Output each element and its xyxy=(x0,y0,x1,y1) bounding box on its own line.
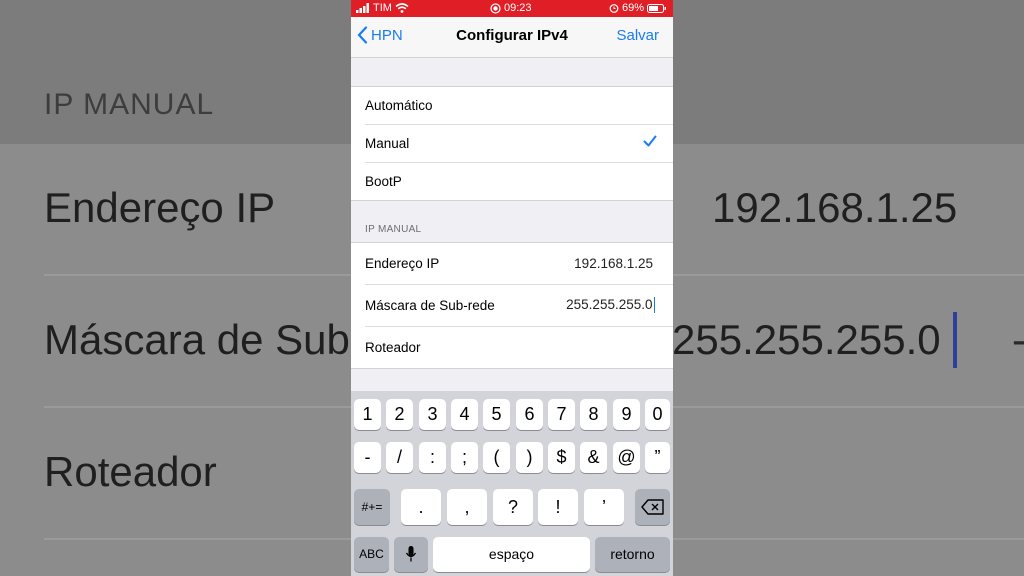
option-automatic[interactable]: Automático xyxy=(365,87,673,125)
key-1[interactable]: 1 xyxy=(354,399,381,430)
numeric-keyboard: 1 2 3 4 5 6 7 8 9 0 - / : ; ( ) $ & @ ” … xyxy=(351,391,673,576)
key-semicolon[interactable]: ; xyxy=(451,442,478,473)
phone-screen: TIM 09:23 69% HPN Configurar IPv4 Salvar… xyxy=(351,0,673,576)
key-4[interactable]: 4 xyxy=(451,399,478,430)
key-ampersand[interactable]: & xyxy=(580,442,607,473)
symbols-key[interactable]: #+= xyxy=(354,489,390,525)
key-at[interactable]: @ xyxy=(613,442,640,473)
wifi-icon xyxy=(395,3,409,16)
backspace-key[interactable] xyxy=(635,489,670,525)
subnet-mask-value: 255.255.255.0 xyxy=(566,297,653,312)
key-dollar[interactable]: $ xyxy=(548,442,575,473)
status-bar: TIM 09:23 69% xyxy=(351,0,673,17)
carrier-name: TIM xyxy=(373,2,392,14)
option-label: Automático xyxy=(365,98,433,113)
key-3[interactable]: 3 xyxy=(419,399,446,430)
key-exclamation[interactable]: ! xyxy=(538,489,578,525)
key-period[interactable]: . xyxy=(401,489,441,525)
bg-ip-value: 192.168.1.25 xyxy=(712,184,958,231)
bg-router-label: Roteador xyxy=(44,448,217,495)
subnet-mask-label: Máscara de Sub-rede xyxy=(365,298,495,313)
key-0[interactable]: 0 xyxy=(645,399,670,430)
signal-icon xyxy=(356,3,370,16)
key-comma[interactable]: , xyxy=(447,489,487,525)
battery-percent: 69% xyxy=(622,2,645,14)
space-key[interactable]: espaço xyxy=(433,537,590,572)
option-bootp[interactable]: BootP xyxy=(365,163,673,200)
key-6[interactable]: 6 xyxy=(516,399,543,430)
navigation-bar: HPN Configurar IPv4 Salvar xyxy=(351,17,673,58)
subnet-mask-field[interactable]: 255.255.255.0 xyxy=(566,297,655,314)
key-close-paren[interactable]: ) xyxy=(516,442,543,473)
ip-address-label: Endereço IP xyxy=(365,256,440,271)
key-question[interactable]: ? xyxy=(493,489,533,525)
config-options-group: Automático Manual BootP xyxy=(351,86,673,201)
key-8[interactable]: 8 xyxy=(580,399,607,430)
bg-section-header: IP MANUAL xyxy=(44,88,215,121)
option-label: BootP xyxy=(365,174,402,189)
option-label: Manual xyxy=(365,136,410,151)
key-5[interactable]: 5 xyxy=(483,399,510,430)
key-quote[interactable]: ” xyxy=(645,442,670,473)
microphone-icon xyxy=(405,546,417,562)
bg-mask-label: Máscara de Sub xyxy=(44,316,350,363)
bg-text-cursor xyxy=(953,312,957,368)
key-9[interactable]: 9 xyxy=(613,399,640,430)
battery-icon xyxy=(647,4,667,16)
key-7[interactable]: 7 xyxy=(548,399,575,430)
key-colon[interactable]: : xyxy=(419,442,446,473)
status-time: 09:23 xyxy=(504,2,532,14)
key-slash[interactable]: / xyxy=(386,442,413,473)
ip-address-field[interactable]: 192.168.1.25 xyxy=(574,256,653,271)
checkmark-icon xyxy=(643,134,657,151)
text-cursor xyxy=(653,297,655,314)
bg-ip-label: Endereço IP xyxy=(44,184,276,231)
key-apostrophe[interactable]: ’ xyxy=(584,489,624,525)
key-hyphen[interactable]: - xyxy=(354,442,381,473)
bg-edge-mark: - xyxy=(1012,316,1024,364)
ip-manual-group: Endereço IP 192.168.1.25 Máscara de Sub-… xyxy=(351,242,673,369)
save-button[interactable]: Salvar xyxy=(616,27,659,44)
bg-mask-value: 255.255.255.0 xyxy=(672,316,941,363)
ip-address-row[interactable]: Endereço IP 192.168.1.25 xyxy=(365,243,673,285)
alarm-icon xyxy=(609,3,619,16)
recording-icon xyxy=(490,3,501,17)
abc-key[interactable]: ABC xyxy=(354,537,389,572)
subnet-mask-row[interactable]: Máscara de Sub-rede 255.255.255.0 xyxy=(365,285,673,327)
router-label: Roteador xyxy=(365,340,421,355)
section-header-ip-manual: IP MANUAL xyxy=(365,224,422,235)
key-2[interactable]: 2 xyxy=(386,399,413,430)
router-row[interactable]: Roteador xyxy=(365,327,673,368)
backspace-icon xyxy=(640,499,664,515)
return-key[interactable]: retorno xyxy=(595,537,670,572)
key-open-paren[interactable]: ( xyxy=(483,442,510,473)
option-manual[interactable]: Manual xyxy=(365,125,673,163)
dictation-key[interactable] xyxy=(394,537,428,572)
